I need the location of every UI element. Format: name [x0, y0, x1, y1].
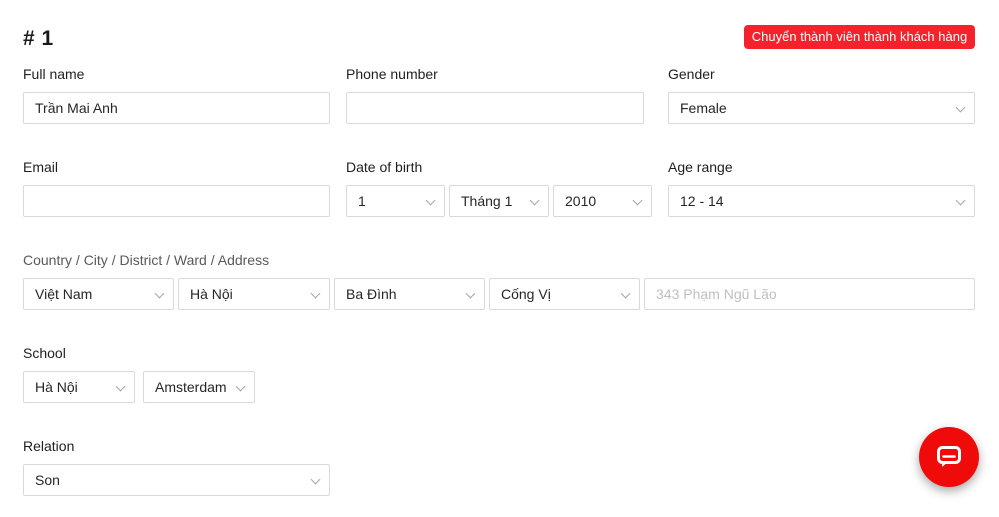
dob-month-select[interactable]: Tháng 1 [449, 185, 549, 217]
address-label: Country / City / District / Ward / Addre… [23, 252, 270, 268]
chevron-down-icon [955, 102, 966, 113]
chat-button[interactable] [919, 427, 979, 487]
chevron-down-icon [465, 288, 476, 299]
phone-label: Phone number [346, 66, 438, 82]
school-name-select[interactable]: Amsterdam [143, 371, 255, 403]
dob-day-select[interactable]: 1 [346, 185, 445, 217]
chevron-down-icon [955, 195, 966, 206]
gender-value: Female [680, 100, 727, 116]
full-name-label: Full name [23, 66, 85, 82]
ward-value: Cống Vị [501, 286, 551, 302]
relation-value: Son [35, 472, 60, 488]
relation-select[interactable]: Son [23, 464, 330, 496]
dob-year-value: 2010 [565, 193, 597, 209]
chevron-down-icon [425, 195, 436, 206]
dob-year-select[interactable]: 2010 [553, 185, 652, 217]
email-label: Email [23, 159, 59, 175]
school-name-value: Amsterdam [155, 379, 227, 395]
district-select[interactable]: Ba Đình [334, 278, 485, 310]
country-value: Việt Nam [35, 286, 93, 302]
street-address-input[interactable] [644, 278, 975, 310]
chevron-down-icon [235, 381, 246, 392]
school-label: School [23, 345, 66, 361]
chevron-down-icon [620, 288, 631, 299]
school-city-select[interactable]: Hà Nội [23, 371, 135, 403]
age-range-value: 12 - 14 [680, 193, 724, 209]
dob-day-value: 1 [358, 193, 366, 209]
chevron-down-icon [310, 474, 321, 485]
age-range-label: Age range [668, 159, 733, 175]
age-range-select[interactable]: 12 - 14 [668, 185, 975, 217]
gender-select[interactable]: Female [668, 92, 975, 124]
school-city-value: Hà Nội [35, 379, 78, 395]
dob-month-value: Tháng 1 [461, 193, 513, 209]
convert-to-customer-button[interactable]: Chuyển thành viên thành khách hàng [744, 25, 975, 49]
ward-select[interactable]: Cống Vị [489, 278, 640, 310]
chevron-down-icon [115, 381, 126, 392]
chat-icon [937, 446, 961, 467]
city-select[interactable]: Hà Nội [178, 278, 330, 310]
district-value: Ba Đình [346, 286, 397, 302]
city-value: Hà Nội [190, 286, 233, 302]
chevron-down-icon [310, 288, 321, 299]
gender-label: Gender [668, 66, 715, 82]
email-input[interactable] [23, 185, 330, 217]
phone-input[interactable] [346, 92, 644, 124]
chevron-down-icon [529, 195, 540, 206]
full-name-input[interactable] [23, 92, 330, 124]
chevron-down-icon [632, 195, 643, 206]
chevron-down-icon [154, 288, 165, 299]
dob-label: Date of birth [346, 159, 423, 175]
country-select[interactable]: Việt Nam [23, 278, 174, 310]
relation-label: Relation [23, 438, 75, 454]
page-title: # 1 [23, 27, 54, 50]
